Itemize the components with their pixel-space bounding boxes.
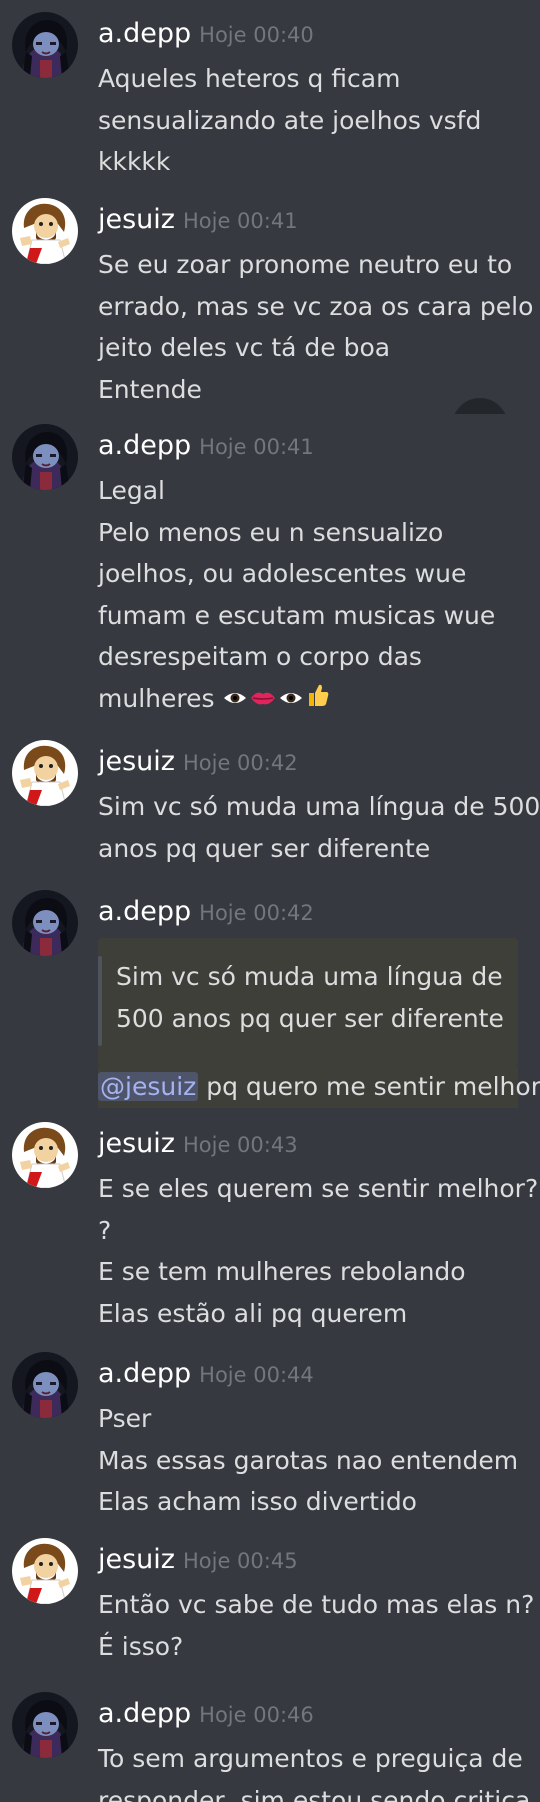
message-line: Elas estão ali pq querem: [98, 1298, 408, 1328]
avatar[interactable]: [12, 740, 78, 806]
message-text: pq quero me sentir melhor: [198, 1072, 540, 1101]
message-content: To sem argumentos e preguiça de responde…: [98, 1738, 531, 1802]
user-mention[interactable]: @jesuiz: [98, 1072, 199, 1101]
avatar[interactable]: [12, 424, 78, 490]
message-line: responder, sim estou sendo critica: [98, 1785, 531, 1802]
timestamp: Hoje 00:44: [199, 1363, 314, 1387]
timestamp: Hoje 00:43: [182, 1133, 298, 1157]
message-line-with-emoji: mulheres: [98, 678, 528, 721]
message-content: Então vc sabe de tudo mas elas n? É isso…: [98, 1584, 535, 1667]
username[interactable]: a.depp: [98, 430, 191, 461]
message-header: jesuiz Hoje 00:45: [98, 1542, 298, 1581]
timestamp: Hoje 00:42: [199, 901, 314, 925]
message-line: errado, mas se vc zoa os cara pelo: [98, 291, 534, 321]
message-line: Mas essas garotas nao entendem: [98, 1445, 519, 1475]
avatar[interactable]: [12, 1352, 78, 1418]
message-header: jesuiz Hoje 00:41: [98, 202, 298, 241]
message-header: a.depp Hoje 00:41: [98, 428, 314, 467]
quote-content: Sim vc só muda uma língua de 500 anos pq…: [116, 956, 504, 1039]
message-line: É isso?: [98, 1631, 184, 1661]
message-line: Se eu zoar pronome neutro eu to: [98, 250, 513, 279]
reply-line: @jesuiz pq quero me sentir melhor: [98, 1066, 540, 1108]
username[interactable]: jesuiz: [98, 204, 175, 235]
username[interactable]: a.depp: [98, 18, 191, 49]
message-line: anos pq quer ser diferente: [98, 833, 431, 863]
message-line: Aqueles heteros q ficam: [98, 64, 401, 93]
message-header: a.depp Hoje 00:42: [98, 894, 314, 933]
message-line: ?: [98, 1215, 112, 1245]
message-header: jesuiz Hoje 00:42: [98, 744, 298, 783]
timestamp: Hoje 00:46: [199, 1703, 314, 1727]
timestamp: Hoje 00:45: [182, 1549, 298, 1573]
avatar-edge: [452, 398, 508, 414]
message-line: sensualizando ate joelhos vsfd: [98, 105, 482, 135]
avatar[interactable]: [12, 198, 78, 264]
chat-log: a.depp Hoje 00:40 Aqueles heteros q ficam…: [0, 0, 540, 1802]
username[interactable]: jesuiz: [98, 1128, 175, 1159]
message-line: Legal: [98, 476, 166, 505]
avatar[interactable]: [12, 890, 78, 956]
username[interactable]: a.depp: [98, 896, 191, 927]
username[interactable]: jesuiz: [98, 1544, 175, 1575]
username[interactable]: a.depp: [98, 1698, 191, 1729]
avatar[interactable]: [12, 12, 78, 78]
message-line: Sim vc só muda uma língua de 500: [98, 792, 540, 821]
message-header: a.depp Hoje 00:44: [98, 1356, 314, 1395]
message-line: Elas acham isso divertido: [98, 1487, 417, 1516]
avatar[interactable]: [12, 1692, 78, 1758]
quote-line: 500 anos pq quer ser diferente: [116, 1003, 504, 1033]
message-content: E se eles querem se sentir melhor? ? E s…: [98, 1168, 539, 1334]
message-content: Aqueles heteros q ficam sensualizando at…: [98, 58, 528, 183]
quote-block: Sim vc só muda uma língua de 500 anos pq…: [98, 938, 518, 1066]
message-line: fumam e escutam musicas wue: [98, 600, 496, 630]
message-content: Sim vc só muda uma língua de 500 anos pq…: [98, 786, 540, 869]
timestamp: Hoje 00:40: [199, 23, 314, 47]
message-line: Pelo menos eu n sensualizo: [98, 517, 444, 547]
message-line: To sem argumentos e preguiça de: [98, 1744, 523, 1773]
message-line: kkkkk: [98, 147, 171, 176]
message-text: mulheres: [98, 683, 215, 713]
timestamp: Hoje 00:41: [182, 209, 298, 233]
quote-bar: [98, 956, 102, 1046]
eye-emoji[interactable]: [278, 679, 304, 721]
quote-line: Sim vc só muda uma língua de: [116, 962, 503, 991]
message-content: Legal Pelo menos eu n sensualizo joelhos…: [98, 470, 528, 720]
thumbs-up-emoji[interactable]: [306, 679, 330, 721]
message-line: desrespeitam o corpo das: [98, 642, 422, 671]
lips-emoji[interactable]: [250, 679, 276, 721]
message-header: jesuiz Hoje 00:43: [98, 1126, 298, 1165]
username[interactable]: jesuiz: [98, 746, 175, 777]
message-line: E se eles querem se sentir melhor?: [98, 1174, 539, 1203]
message-content: Pser Mas essas garotas nao entendem Elas…: [98, 1398, 528, 1523]
message-line: jeito deles vc tá de boa: [98, 333, 391, 362]
message-header: a.depp Hoje 00:40: [98, 16, 314, 55]
message-header: a.depp Hoje 00:46: [98, 1696, 314, 1735]
message-line: joelhos, ou adolescentes wue: [98, 559, 467, 588]
username[interactable]: a.depp: [98, 1358, 191, 1389]
message-line: E se tem mulheres rebolando: [98, 1257, 466, 1286]
message-line: Pser: [98, 1404, 152, 1433]
message-content: Se eu zoar pronome neutro eu to errado, …: [98, 244, 534, 410]
timestamp: Hoje 00:41: [199, 435, 314, 459]
timestamp: Hoje 00:42: [182, 751, 298, 775]
eye-emoji[interactable]: [222, 679, 248, 721]
avatar[interactable]: [12, 1538, 78, 1604]
avatar[interactable]: [12, 1122, 78, 1188]
message-line: Então vc sabe de tudo mas elas n?: [98, 1590, 535, 1619]
